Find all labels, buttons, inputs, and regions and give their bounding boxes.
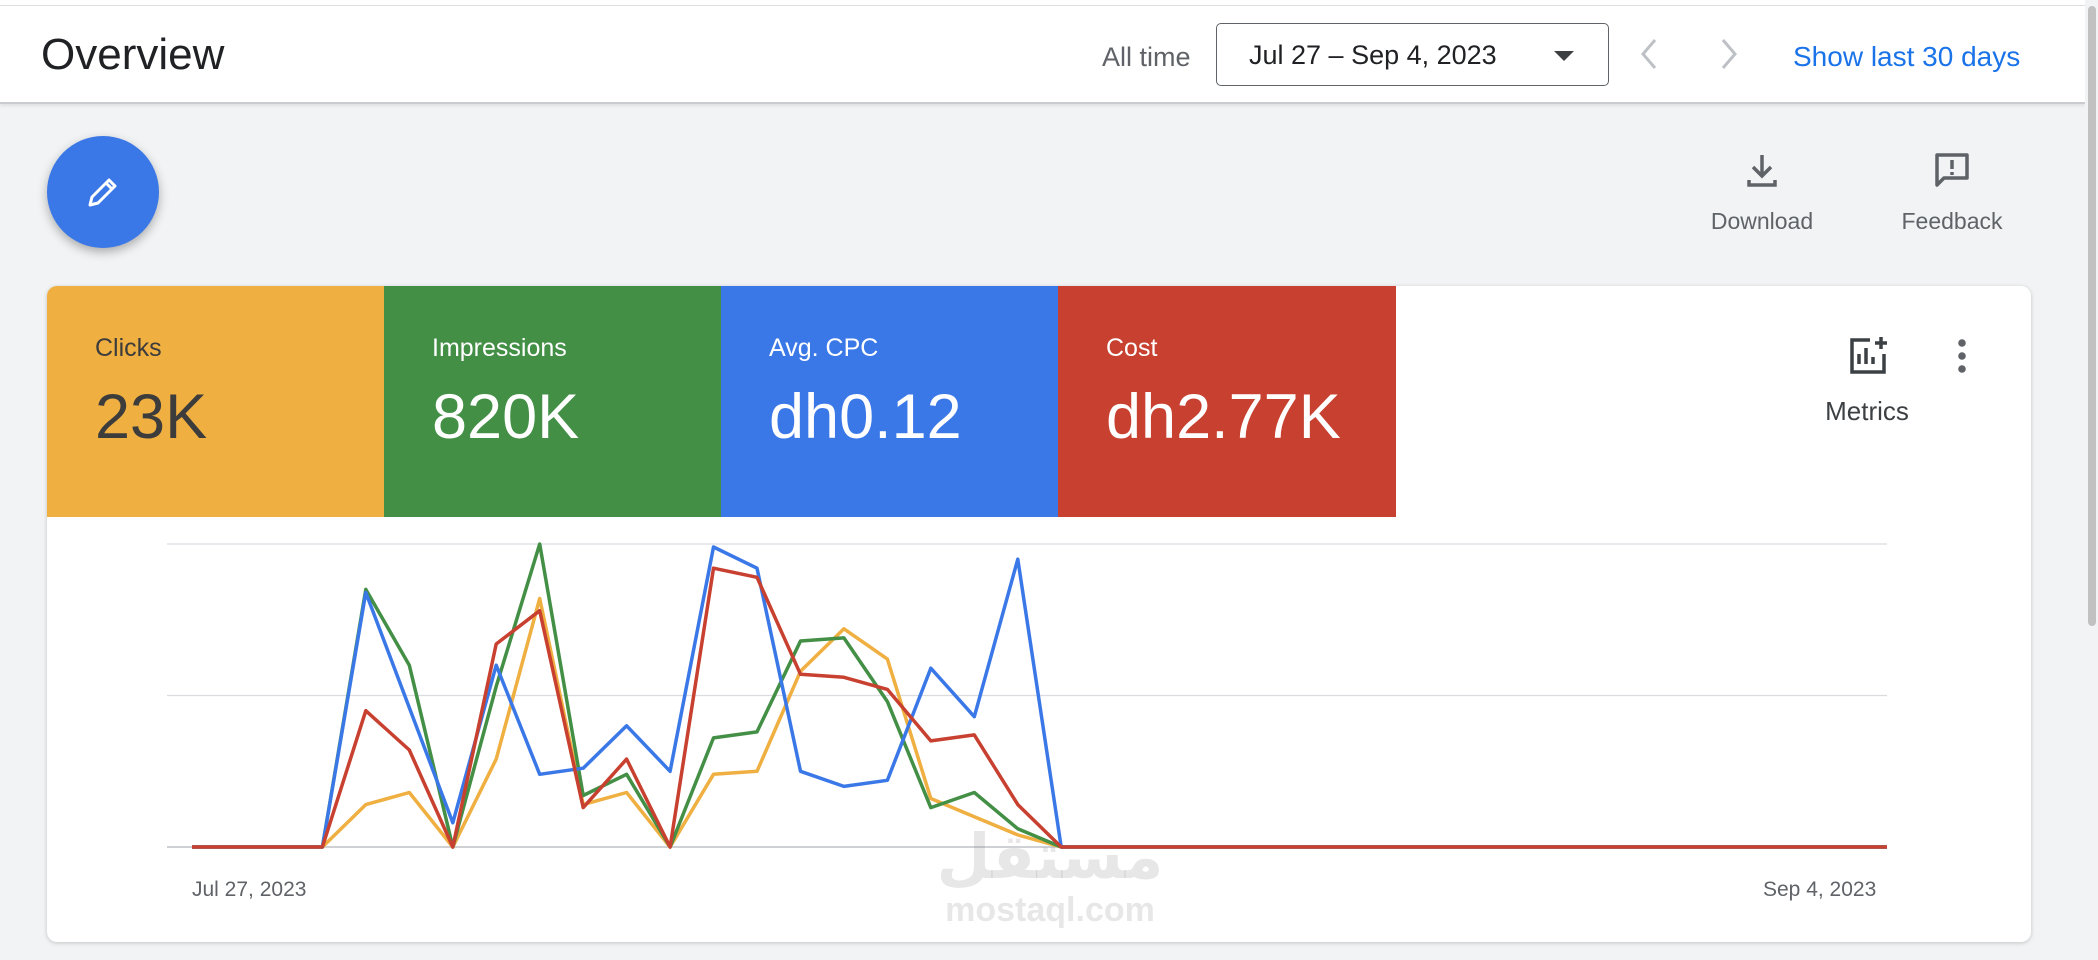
metrics-label: Metrics [1825,396,1909,426]
range-label: All time [1102,42,1191,72]
chevron-right-icon [1721,39,1737,69]
metric-tile-clicks[interactable]: Clicks 23K [47,286,384,517]
metric-tile-avg-cpc[interactable]: Avg. CPC dh0.12 [721,286,1059,517]
more-vert-icon [1958,339,1966,373]
metric-value: 820K [432,382,580,452]
page-title: Overview [41,30,225,79]
metric-name: Clicks [95,334,162,362]
feedback-label: Feedback [1901,208,2003,234]
pencil-icon [88,178,117,207]
chevron-down-icon [1554,51,1574,61]
download-label: Download [1710,208,1814,234]
date-range-value: Jul 27 – Sep 4, 2023 [1249,40,1497,70]
previous-period-button[interactable] [1625,30,1673,78]
scrollbar-thumb[interactable] [2088,6,2096,626]
metric-tile-cost[interactable]: Cost dh2.77K [1058,286,1396,517]
date-range-select[interactable]: Jul 27 – Sep 4, 2023 [1216,23,1609,86]
download-icon [1747,155,1777,187]
performance-line-chart [167,542,1887,849]
metric-name: Impressions [432,334,567,362]
metric-value: dh0.12 [769,382,962,452]
watermark: مستقل mostaql.com [920,825,1180,930]
feedback-button[interactable]: Feedback [1882,150,2022,240]
feedback-icon [1935,153,1969,187]
watermark-arabic: مستقل [936,823,1164,892]
metrics-button[interactable]: Metrics [1802,334,1932,426]
show-last-30-days-link[interactable]: Show last 30 days [1793,41,2020,73]
metric-name: Cost [1106,334,1158,362]
series-line-2 [192,545,1887,849]
metric-value: dh2.77K [1106,382,1341,452]
add-chart-icon [1850,337,1887,374]
metric-name: Avg. CPC [769,334,879,362]
more-options-button[interactable] [1947,334,1977,378]
page-header: Overview All time Jul 27 – Sep 4, 2023 S… [0,6,2085,104]
download-button[interactable]: Download [1692,150,1832,240]
chevron-left-icon [1641,39,1657,69]
x-axis-start-label: Jul 27, 2023 [192,878,307,901]
x-axis-end-label: Sep 4, 2023 [1763,878,1877,901]
metric-value: 23K [95,382,208,452]
metric-tile-impressions[interactable]: Impressions 820K [384,286,721,517]
next-period-button[interactable] [1705,30,1753,78]
watermark-latin: mostaql.com [945,891,1155,929]
edit-button[interactable] [47,136,159,248]
